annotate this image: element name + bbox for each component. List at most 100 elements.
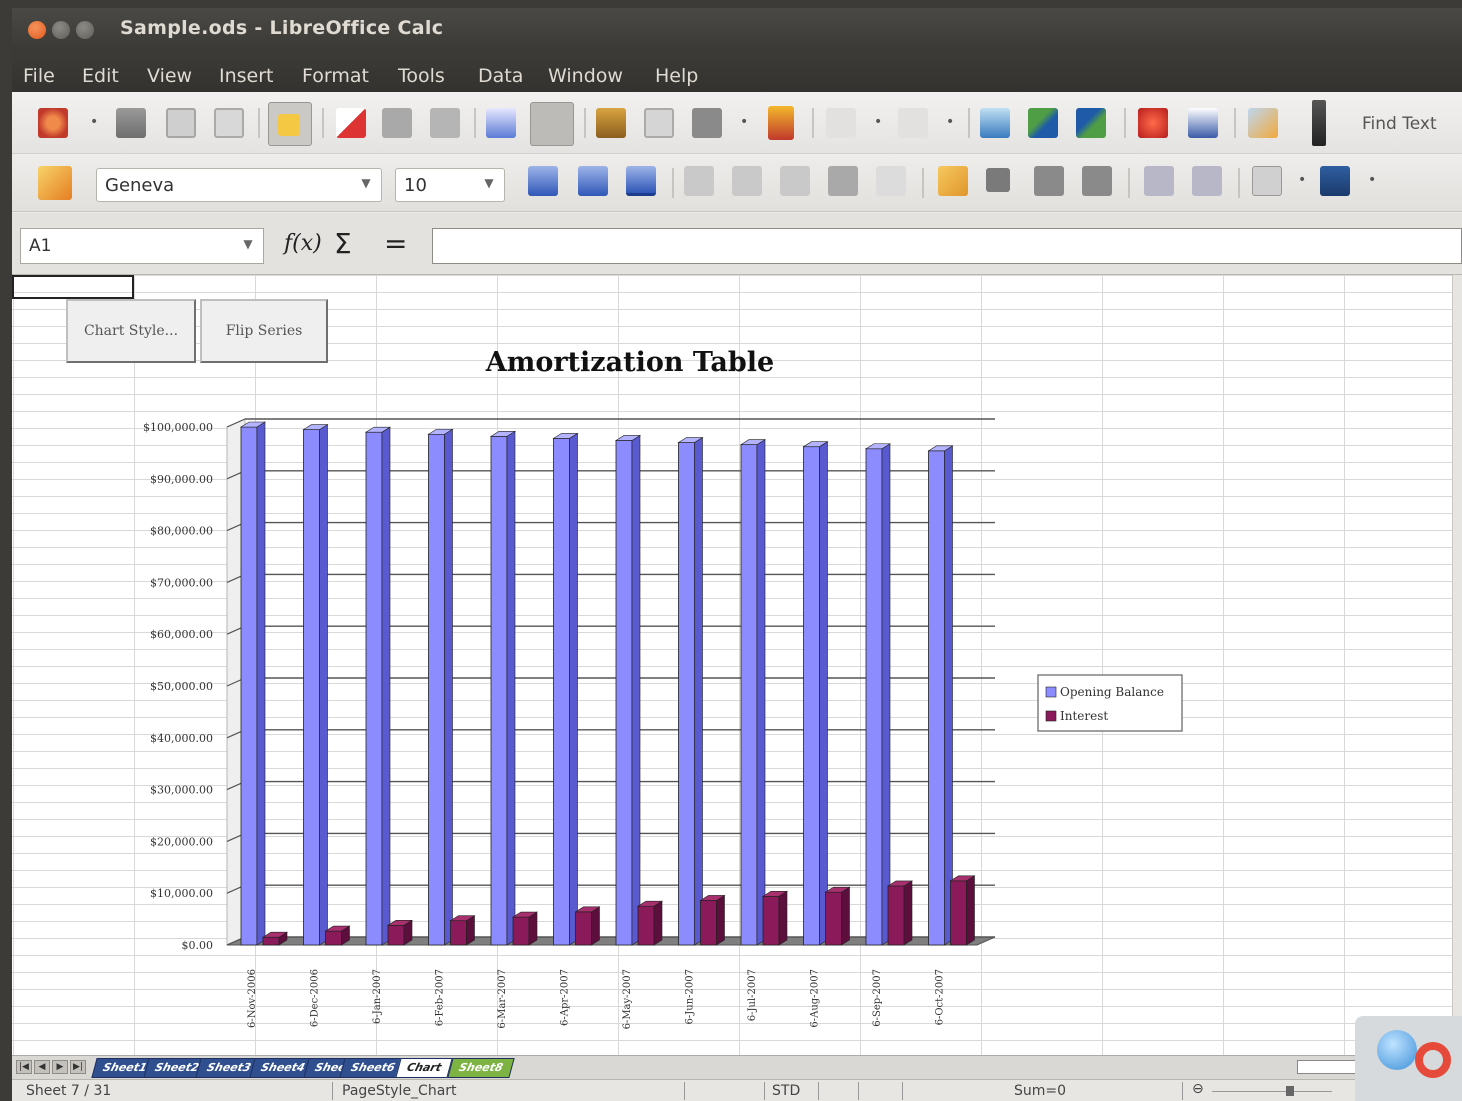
chart-bar-side: [903, 880, 913, 946]
cut-icon[interactable]: [596, 108, 626, 138]
menu-help[interactable]: Help: [655, 65, 698, 87]
chart-style-button[interactable]: Chart Style...: [66, 299, 196, 363]
background-color-dropdown-icon[interactable]: •: [1368, 172, 1376, 188]
sheet-tab[interactable]: Sheet8: [447, 1058, 515, 1078]
copy-icon[interactable]: [644, 108, 674, 138]
insert-chart-icon[interactable]: [1138, 108, 1168, 138]
font-name-combobox[interactable]: Geneva ▼: [96, 168, 382, 202]
menu-tools[interactable]: Tools: [398, 65, 445, 87]
increase-indent-icon[interactable]: [1192, 166, 1222, 196]
paste-icon[interactable]: [692, 108, 722, 138]
menu-format[interactable]: Format: [302, 65, 369, 87]
font-size-combobox[interactable]: 10 ▼: [395, 168, 505, 202]
close-window-button[interactable]: [28, 21, 46, 39]
zoom-out-icon[interactable]: ⊖: [1192, 1081, 1204, 1097]
borders-dropdown-icon[interactable]: •: [1298, 172, 1306, 188]
page-style[interactable]: PageStyle_Chart: [342, 1083, 457, 1099]
standard-format-icon[interactable]: [1034, 166, 1064, 196]
chart-bar-side: [591, 906, 600, 946]
print-preview-icon[interactable]: [430, 108, 460, 138]
open-icon[interactable]: [116, 108, 146, 138]
menu-edit[interactable]: Edit: [82, 65, 119, 87]
separator: [922, 168, 924, 198]
find-text-button[interactable]: Find Text: [1362, 114, 1437, 134]
spellcheck-icon[interactable]: [486, 108, 516, 138]
new-dropdown-icon[interactable]: •: [90, 114, 98, 130]
borders-icon[interactable]: [1252, 166, 1282, 196]
pivot-table-icon[interactable]: [1188, 108, 1218, 138]
chart-bar-side: [653, 900, 663, 946]
flip-series-button[interactable]: Flip Series: [200, 299, 328, 363]
sum-icon[interactable]: Σ: [334, 227, 352, 260]
previous-sheet-button[interactable]: ◀: [34, 1060, 50, 1074]
maximize-window-button[interactable]: [76, 21, 94, 39]
undo-icon[interactable]: [826, 108, 856, 138]
function-icon[interactable]: =: [384, 227, 407, 260]
save-icon[interactable]: [166, 108, 196, 138]
merge-cells-icon[interactable]: [876, 166, 906, 196]
decrease-indent-icon[interactable]: [1144, 166, 1174, 196]
sheet-tab-active[interactable]: Chart: [395, 1058, 453, 1078]
separator: [764, 1082, 765, 1100]
vertical-scrollbar[interactable]: [1452, 275, 1462, 1055]
align-left-icon[interactable]: [684, 166, 714, 196]
chevron-down-icon[interactable]: ▼: [355, 176, 377, 194]
export-pdf-icon[interactable]: [336, 108, 366, 138]
underline-icon[interactable]: [626, 166, 656, 196]
pencil-icon: [278, 114, 300, 136]
styles-formatting-icon[interactable]: [38, 166, 72, 200]
paste-dropdown-icon[interactable]: •: [740, 114, 748, 130]
align-right-icon[interactable]: [780, 166, 810, 196]
chart-bar-side: [528, 911, 538, 946]
chart-bar-side: [756, 439, 766, 946]
redo-dropdown-icon[interactable]: •: [946, 114, 954, 130]
menu-data[interactable]: Data: [478, 65, 523, 87]
last-sheet-button[interactable]: ▶|: [70, 1060, 86, 1074]
first-sheet-button[interactable]: |◀: [16, 1060, 32, 1074]
selection-mode[interactable]: STD: [772, 1083, 800, 1099]
menu-file[interactable]: File: [23, 65, 55, 87]
amortization-chart[interactable]: $0.00 $10,000.00 $20,000.00 $30,000.00 $40,0…: [12, 275, 1452, 1055]
redo-icon[interactable]: [898, 108, 928, 138]
undo-dropdown-icon[interactable]: •: [874, 114, 882, 130]
horizontal-scrollbar[interactable]: [1297, 1060, 1357, 1074]
add-decimal-icon[interactable]: [1082, 166, 1112, 196]
sort-descending-icon[interactable]: [1076, 108, 1106, 138]
justify-icon[interactable]: [828, 166, 858, 196]
next-sheet-button[interactable]: ▶: [52, 1060, 68, 1074]
align-center-icon[interactable]: [732, 166, 762, 196]
new-document-icon[interactable]: [38, 108, 68, 138]
chevron-down-icon[interactable]: ▼: [478, 176, 500, 194]
minimize-window-button[interactable]: [52, 21, 70, 39]
menu-view[interactable]: View: [147, 65, 192, 87]
background-color-icon[interactable]: [1320, 166, 1350, 196]
sort-ascending-icon[interactable]: [1028, 108, 1058, 138]
currency-format-icon[interactable]: [938, 166, 968, 196]
show-draw-functions-icon[interactable]: [1248, 108, 1278, 138]
toolbar-handle-icon[interactable]: [1312, 100, 1326, 146]
chart-bar: [762, 895, 780, 946]
email-icon[interactable]: [214, 108, 244, 138]
chart-bar: [887, 885, 905, 946]
chart-bar: [740, 444, 758, 946]
separator: [1124, 108, 1126, 138]
zoom-slider-handle[interactable]: [1286, 1086, 1294, 1096]
help-assistant-icon[interactable]: [1355, 1016, 1462, 1101]
clone-formatting-icon[interactable]: [768, 106, 794, 140]
spreadsheet-grid[interactable]: $0.00 $10,000.00 $20,000.00 $30,000.00 $40,0…: [12, 275, 1452, 1055]
bold-icon[interactable]: [528, 166, 558, 196]
percent-format-icon[interactable]: [986, 168, 1010, 192]
function-wizard-icon[interactable]: f(x): [284, 231, 322, 256]
menu-window[interactable]: Window: [548, 65, 623, 87]
zoom-slider[interactable]: [1212, 1091, 1332, 1092]
y-tick-label: $70,000.00: [150, 576, 213, 589]
chevron-down-icon[interactable]: ▼: [237, 237, 259, 255]
formula-input[interactable]: [432, 228, 1462, 264]
italic-icon[interactable]: [578, 166, 608, 196]
hyperlink-icon[interactable]: [980, 108, 1010, 138]
auto-spellcheck-icon[interactable]: [530, 102, 574, 146]
separator: [1234, 108, 1236, 138]
print-icon[interactable]: [382, 108, 412, 138]
name-box[interactable]: A1 ▼: [20, 228, 264, 264]
menu-insert[interactable]: Insert: [219, 65, 274, 87]
